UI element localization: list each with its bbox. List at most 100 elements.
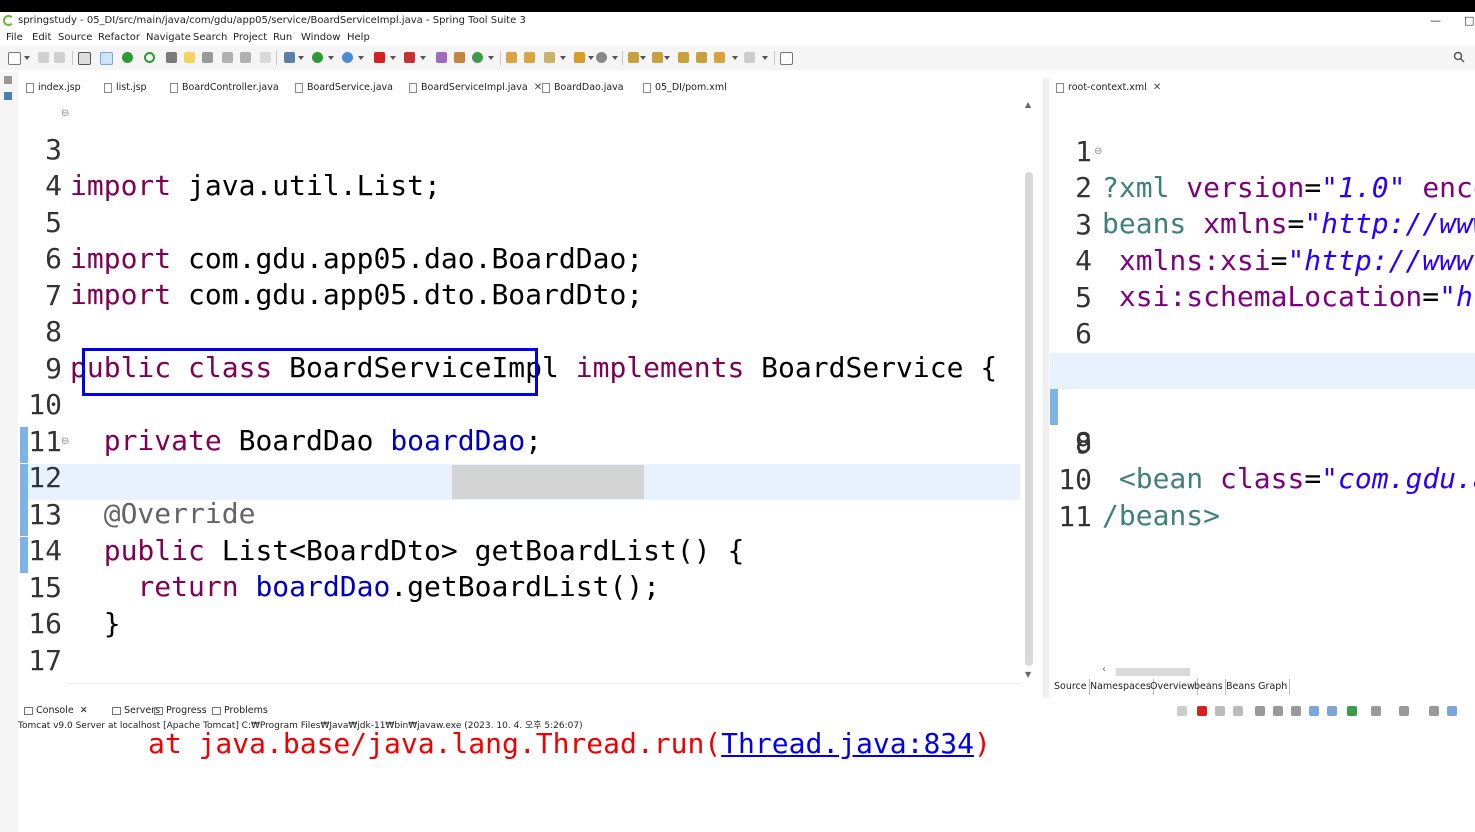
new-class-icon[interactable]	[472, 52, 483, 63]
minimize-view-icon[interactable]	[1429, 706, 1439, 716]
run-external-icon[interactable]	[342, 52, 353, 63]
chevron-down-icon[interactable]	[24, 56, 30, 60]
save-icon[interactable]	[38, 52, 49, 63]
tab-pom-xml[interactable]: 05_DI/pom.xml	[641, 78, 727, 98]
last-edit-location-icon[interactable]	[678, 52, 689, 63]
chevron-down-icon[interactable]	[390, 56, 396, 60]
search-tool-icon[interactable]	[544, 52, 555, 63]
new-package-icon[interactable]	[454, 52, 465, 63]
editor-vertical-scrollbar[interactable]: ▲ ▼	[1022, 98, 1036, 683]
menu-window[interactable]: Window	[301, 30, 340, 46]
word-wrap-icon[interactable]	[240, 52, 251, 63]
link-icon[interactable]	[202, 52, 213, 63]
open-console-icon[interactable]	[1399, 706, 1409, 716]
tab-root-context-xml[interactable]: root-context.xml ✕	[1054, 78, 1162, 98]
close-icon[interactable]: ✕	[80, 705, 88, 716]
terminal-icon[interactable]	[78, 52, 91, 65]
stop-icon[interactable]	[374, 52, 385, 63]
menu-edit[interactable]: Edit	[32, 30, 51, 46]
restart-icon[interactable]	[1177, 706, 1187, 716]
tab-board-service-impl[interactable]: BoardServiceImpl.java ✕	[407, 78, 543, 98]
minimize-button[interactable]: —	[1430, 12, 1441, 30]
chevron-down-icon[interactable]	[488, 56, 494, 60]
menu-help[interactable]: Help	[347, 30, 370, 46]
tab-console[interactable]: Console ✕	[22, 702, 88, 720]
chevron-down-icon[interactable]	[762, 56, 768, 60]
scroll-left-icon[interactable]: ‹	[1102, 664, 1106, 675]
tab-namespaces[interactable]: Namespaces	[1088, 679, 1154, 695]
scroll-down-icon[interactable]: ▼	[1025, 670, 1031, 679]
stacktrace-link[interactable]: Thread.java:834	[721, 727, 974, 760]
chevron-down-icon[interactable]	[420, 56, 426, 60]
open-folder-icon[interactable]	[574, 52, 585, 63]
toggle-mark-occurrences-icon[interactable]	[100, 52, 113, 65]
block-select-icon[interactable]	[222, 52, 233, 63]
pin-editor-icon[interactable]	[696, 52, 707, 63]
clear-console-icon[interactable]	[1255, 706, 1265, 716]
close-icon[interactable]: ✕	[1153, 82, 1161, 93]
chevron-down-icon[interactable]	[664, 56, 670, 60]
show-on-stderr-icon[interactable]	[1327, 706, 1337, 716]
menu-navigate[interactable]: Navigate	[146, 30, 191, 46]
back-icon[interactable]	[714, 52, 725, 63]
pin-console-icon[interactable]	[1347, 706, 1357, 716]
chevron-down-icon[interactable]	[560, 56, 566, 60]
chevron-down-icon[interactable]	[298, 56, 304, 60]
console-output[interactable]: at java.base/java.lang.Thread.run(Thread…	[18, 727, 1475, 832]
previous-annotation-icon[interactable]	[652, 52, 663, 63]
pilcrow-icon[interactable]	[260, 52, 271, 63]
forward-icon[interactable]	[744, 52, 755, 63]
word-wrap-icon[interactable]	[1291, 706, 1301, 716]
maximize-view-icon[interactable]	[1447, 706, 1457, 716]
chevron-down-icon[interactable]	[732, 56, 738, 60]
menu-refactor[interactable]: Refactor	[98, 30, 140, 46]
fold-toggle-icon[interactable]: ⊖	[61, 108, 69, 119]
scrollbar-thumb[interactable]	[1025, 172, 1033, 666]
globe-icon[interactable]	[596, 52, 607, 63]
tab-overview[interactable]: Overview	[1148, 679, 1198, 695]
save-all-icon[interactable]	[54, 52, 65, 63]
chevron-down-icon[interactable]	[588, 56, 594, 60]
show-on-stdout-icon[interactable]	[1309, 706, 1319, 716]
next-annotation-icon[interactable]	[628, 52, 639, 63]
scroll-lock-icon[interactable]	[1273, 706, 1283, 716]
scrollbar-thumb[interactable]	[1116, 668, 1190, 676]
tab-board-service[interactable]: BoardService.java	[293, 78, 393, 98]
fold-toggle-icon[interactable]: ⊖	[1094, 146, 1102, 157]
spring-boot-dashboard-icon[interactable]	[122, 52, 133, 63]
run-icon[interactable]	[312, 52, 323, 63]
open-type-icon[interactable]	[506, 52, 517, 63]
menu-file[interactable]: File	[6, 30, 23, 46]
display-console-icon[interactable]	[1371, 706, 1381, 716]
tab-index-jsp[interactable]: index.jsp	[24, 78, 81, 98]
menu-project[interactable]: Project	[233, 30, 267, 46]
maximize-button[interactable]: □	[1464, 12, 1474, 30]
chevron-down-icon[interactable]	[328, 56, 334, 60]
tab-beans[interactable]: beans	[1192, 679, 1226, 695]
open-resource-icon[interactable]	[524, 52, 535, 63]
menu-run[interactable]: Run	[273, 30, 292, 46]
highlight-icon[interactable]	[184, 52, 195, 63]
search-icon[interactable]	[1453, 51, 1465, 63]
tab-board-controller[interactable]: BoardController.java	[168, 78, 279, 98]
chevron-down-icon[interactable]	[640, 56, 646, 60]
new-java-project-icon[interactable]	[436, 52, 447, 63]
tab-source[interactable]: Source	[1052, 679, 1090, 695]
remove-launch-icon[interactable]	[1215, 706, 1225, 716]
editor-split-divider[interactable]	[1043, 78, 1049, 698]
tab-board-dao[interactable]: BoardDao.java	[540, 78, 624, 98]
java-editor[interactable]: 3 import java.util.List; 4 5 import com.…	[20, 98, 1020, 683]
tab-problems[interactable]: Problems	[210, 702, 268, 720]
menu-source[interactable]: Source	[58, 30, 92, 46]
new-icon[interactable]	[8, 52, 21, 65]
terminate-icon[interactable]	[1197, 706, 1207, 716]
debug-icon[interactable]	[284, 52, 295, 63]
chevron-down-icon[interactable]	[612, 56, 618, 60]
chevron-down-icon[interactable]	[358, 56, 364, 60]
refresh-icon[interactable]	[144, 52, 155, 63]
package-explorer-icon[interactable]	[4, 92, 12, 100]
restore-icon[interactable]	[4, 76, 12, 84]
scroll-up-icon[interactable]: ▲	[1025, 100, 1031, 109]
open-perspective-icon[interactable]	[780, 52, 793, 65]
pin-icon[interactable]	[166, 52, 177, 63]
